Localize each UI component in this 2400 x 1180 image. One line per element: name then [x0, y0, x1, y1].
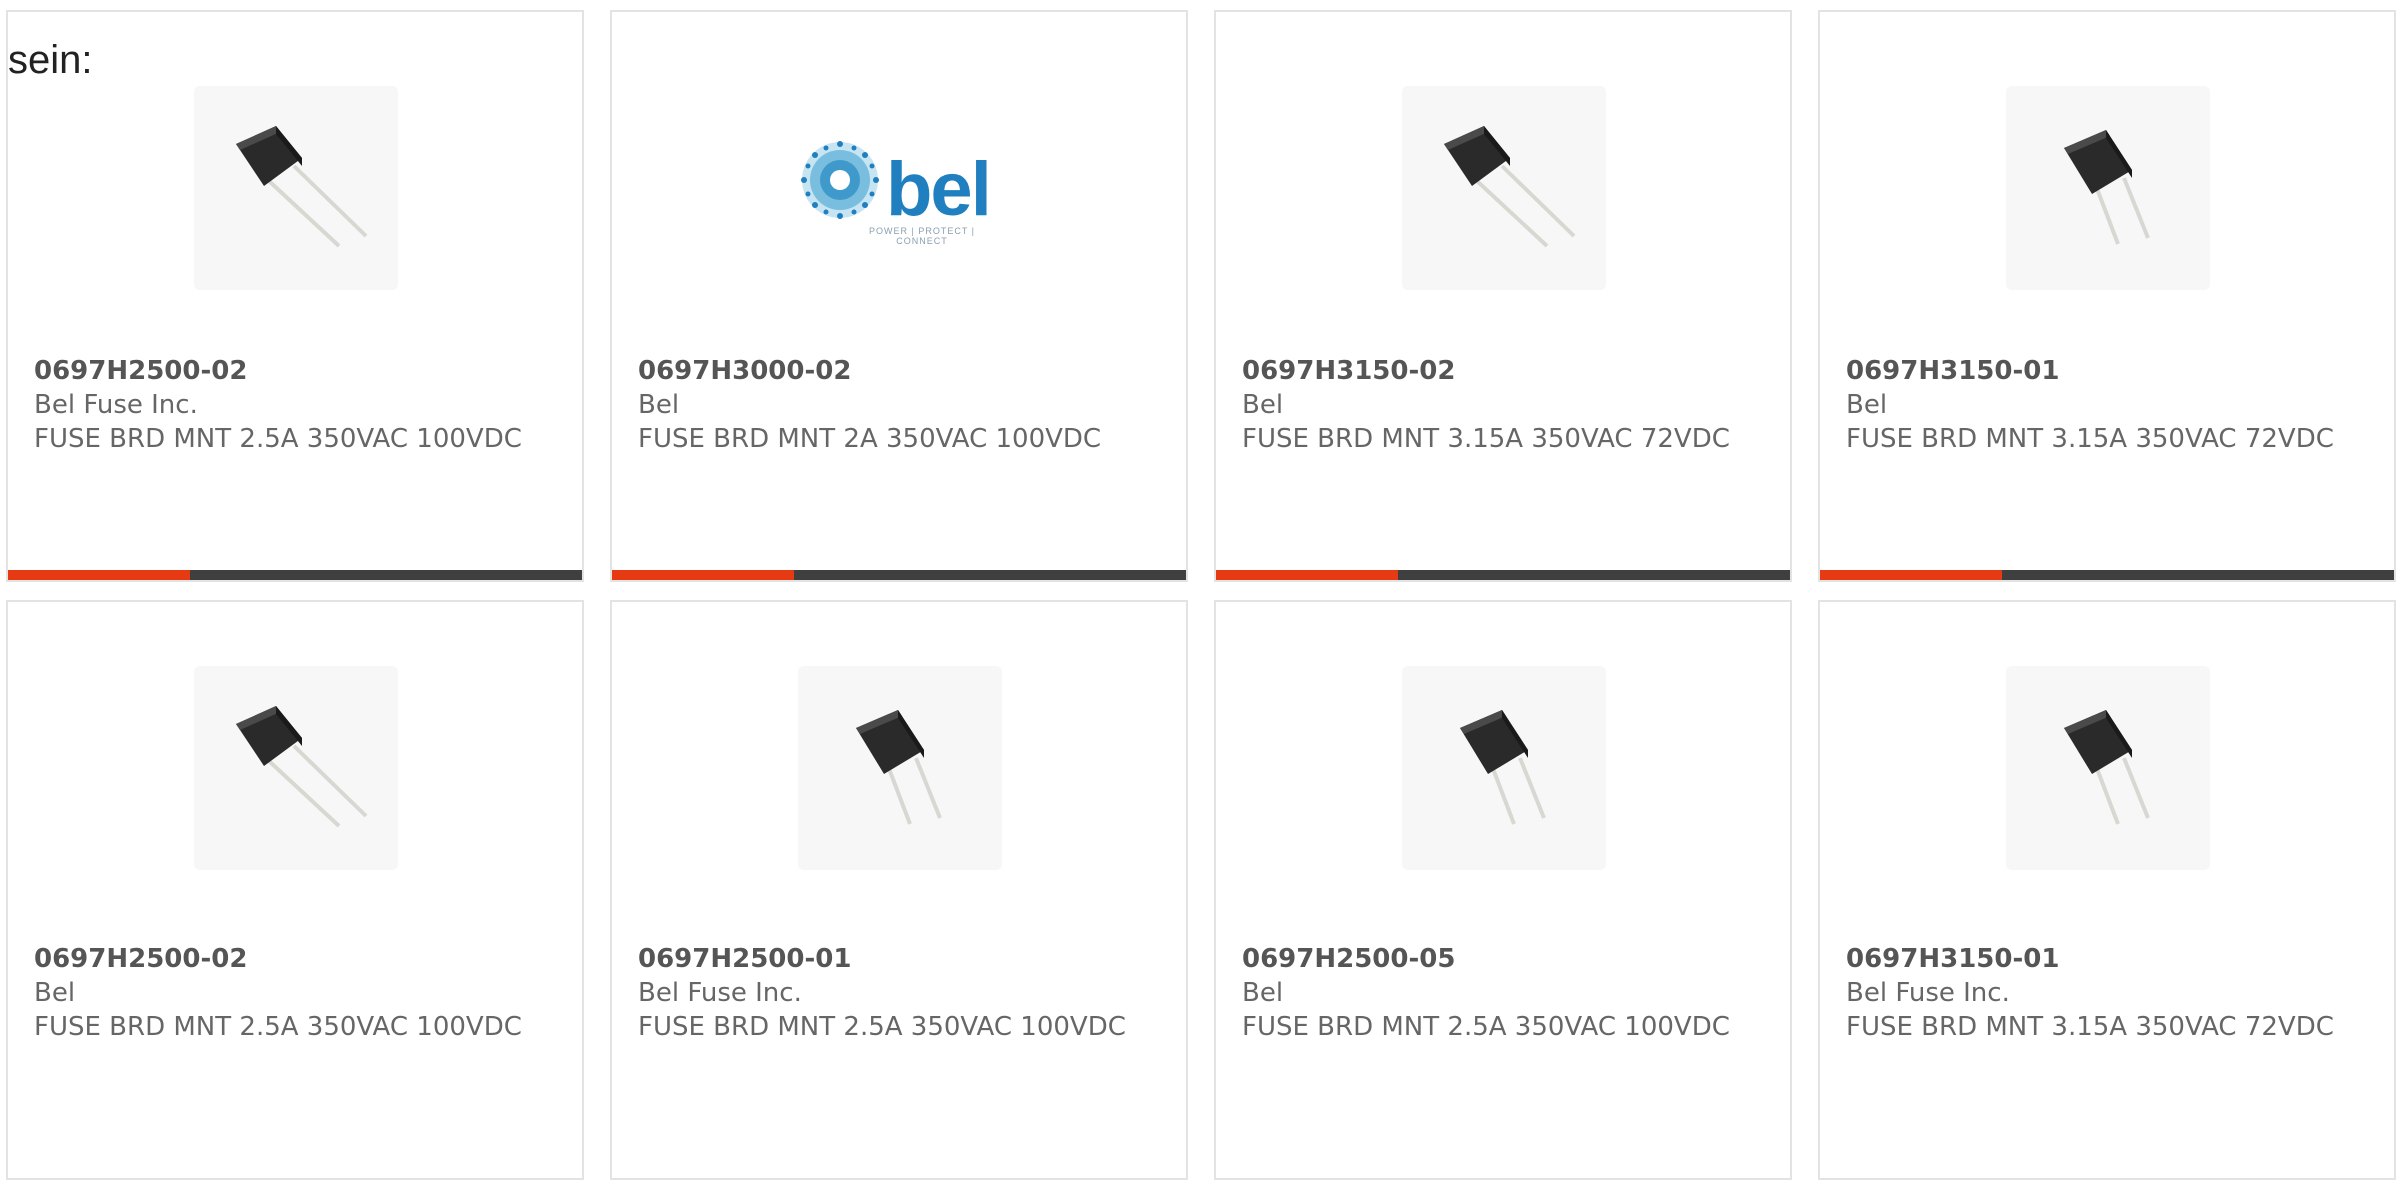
product-card[interactable]: 0697H2500-02 Bel FUSE BRD MNT 2.5A 350VA…	[6, 600, 584, 1180]
product-info: 0697H3000-02 Bel FUSE BRD MNT 2A 350VAC …	[638, 354, 1166, 456]
manufacturer: Bel	[1242, 390, 1284, 420]
part-number[interactable]: 0697H2500-02	[34, 354, 562, 388]
description: FUSE BRD MNT 3.15A 350VAC 72VDC	[1846, 1012, 2334, 1042]
product-info: 0697H3150-02 Bel FUSE BRD MNT 3.15A 350V…	[1242, 354, 1770, 456]
bel-tagline: POWER | PROTECT | CONNECT	[868, 226, 975, 246]
product-info: 0697H3150-01 Bel FUSE BRD MNT 3.15A 350V…	[1846, 354, 2374, 456]
accent-strip	[1216, 570, 1398, 580]
product-info: 0697H2500-02 Bel Fuse Inc. FUSE BRD MNT …	[34, 354, 562, 456]
product-card[interactable]: 0697H3150-01 Bel FUSE BRD MNT 3.15A 350V…	[1818, 10, 2396, 582]
accent-strip	[8, 570, 190, 580]
description: FUSE BRD MNT 2.5A 350VAC 100VDC	[1242, 1012, 1730, 1042]
intro-text: sein:	[8, 38, 93, 82]
bel-wordmark: bel	[886, 147, 992, 232]
part-number[interactable]: 0697H2500-01	[638, 942, 1166, 976]
fuse-upright-image[interactable]	[2006, 666, 2210, 870]
fuse-angled-image[interactable]	[1402, 86, 1606, 290]
product-card[interactable]: 0697H3150-02 Bel FUSE BRD MNT 3.15A 350V…	[1214, 10, 1792, 582]
description: FUSE BRD MNT 2.5A 350VAC 100VDC	[34, 424, 522, 454]
product-info: 0697H3150-01 Bel Fuse Inc. FUSE BRD MNT …	[1846, 942, 2374, 1044]
description: FUSE BRD MNT 3.15A 350VAC 72VDC	[1242, 424, 1730, 454]
product-info: 0697H2500-05 Bel FUSE BRD MNT 2.5A 350VA…	[1242, 942, 1770, 1044]
card-footer-bar	[612, 570, 1186, 580]
fuse-angled-image[interactable]	[194, 666, 398, 870]
part-number[interactable]: 0697H3150-01	[1846, 942, 2374, 976]
fuse-upright-image[interactable]	[798, 666, 1002, 870]
card-footer-bar	[1820, 570, 2394, 580]
description: FUSE BRD MNT 3.15A 350VAC 72VDC	[1846, 424, 2334, 454]
part-number[interactable]: 0697H3150-01	[1846, 354, 2374, 388]
product-grid: 0697H2500-02 Bel Fuse Inc. FUSE BRD MNT …	[0, 0, 2400, 1180]
bel-logo-mark-icon	[801, 141, 879, 219]
manufacturer: Bel	[1242, 978, 1284, 1008]
part-number[interactable]: 0697H3150-02	[1242, 354, 1770, 388]
fuse-angled-image[interactable]	[194, 86, 398, 290]
part-number[interactable]: 0697H2500-05	[1242, 942, 1770, 976]
product-card[interactable]: 0697H2500-05 Bel FUSE BRD MNT 2.5A 350VA…	[1214, 600, 1792, 1180]
accent-strip	[1820, 570, 2002, 580]
part-number[interactable]: 0697H3000-02	[638, 354, 1166, 388]
manufacturer: Bel Fuse Inc.	[638, 978, 802, 1008]
product-card[interactable]: 0697H2500-02 Bel Fuse Inc. FUSE BRD MNT …	[6, 10, 584, 582]
manufacturer: Bel	[1846, 390, 1888, 420]
accent-strip	[612, 570, 794, 580]
description: FUSE BRD MNT 2.5A 350VAC 100VDC	[34, 1012, 522, 1042]
description: FUSE BRD MNT 2A 350VAC 100VDC	[638, 424, 1102, 454]
manufacturer: Bel Fuse Inc.	[34, 390, 198, 420]
product-card[interactable]: bel POWER | PROTECT | CONNECT 0697H3000-…	[610, 10, 1188, 582]
fuse-upright-image[interactable]	[2006, 86, 2210, 290]
product-card[interactable]: 0697H3150-01 Bel Fuse Inc. FUSE BRD MNT …	[1818, 600, 2396, 1180]
card-footer-bar	[1216, 570, 1790, 580]
fuse-upright-image[interactable]	[1402, 666, 1606, 870]
product-card[interactable]: 0697H2500-01 Bel Fuse Inc. FUSE BRD MNT …	[610, 600, 1188, 1180]
product-info: 0697H2500-02 Bel FUSE BRD MNT 2.5A 350VA…	[34, 942, 562, 1044]
product-info: 0697H2500-01 Bel Fuse Inc. FUSE BRD MNT …	[638, 942, 1166, 1044]
description: FUSE BRD MNT 2.5A 350VAC 100VDC	[638, 1012, 1126, 1042]
bel-logo[interactable]: bel POWER | PROTECT | CONNECT	[798, 86, 1002, 290]
card-footer-bar	[8, 570, 582, 580]
manufacturer: Bel Fuse Inc.	[1846, 978, 2010, 1008]
part-number[interactable]: 0697H2500-02	[34, 942, 562, 976]
manufacturer: Bel	[638, 390, 680, 420]
manufacturer: Bel	[34, 978, 76, 1008]
